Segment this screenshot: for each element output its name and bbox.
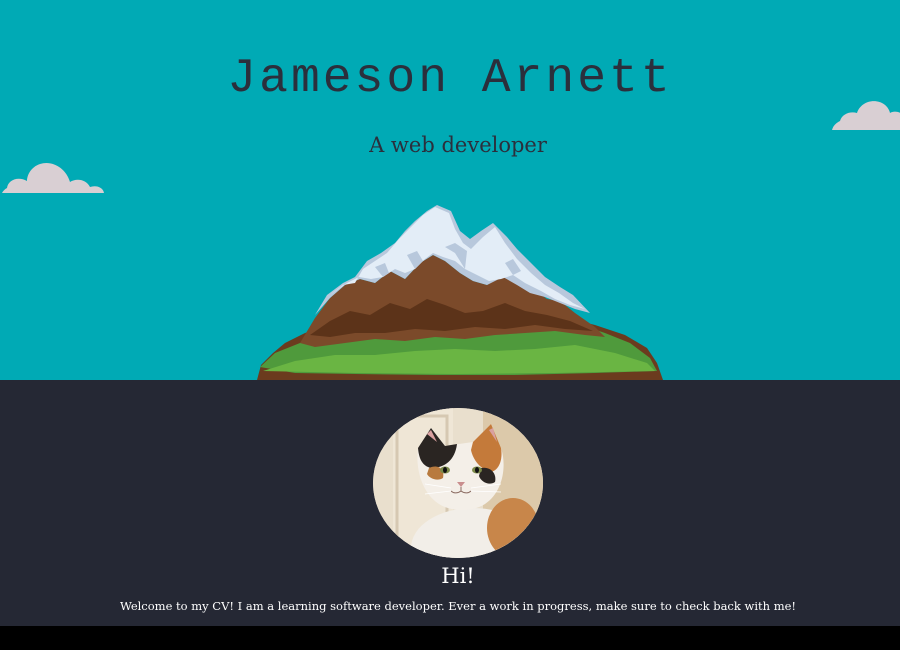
page-title: Jameson Arnett [227,52,673,106]
profile-photo [373,408,543,558]
greeting-heading: Hi! [441,564,475,588]
cat-photo [373,408,543,558]
page: Jameson Arnett A web developer Hi! Welco… [0,0,900,650]
intro-text: Welcome to my CV! I am a learning softwa… [119,599,797,613]
mountain-illustration [257,205,663,380]
page-subtitle: A web developer [369,133,547,157]
footer-bar [0,626,900,650]
about-section: Hi! Welcome to my CV! I am a learning so… [0,380,900,626]
cloud-icon [2,162,104,193]
hero-section: Jameson Arnett A web developer [0,0,900,380]
